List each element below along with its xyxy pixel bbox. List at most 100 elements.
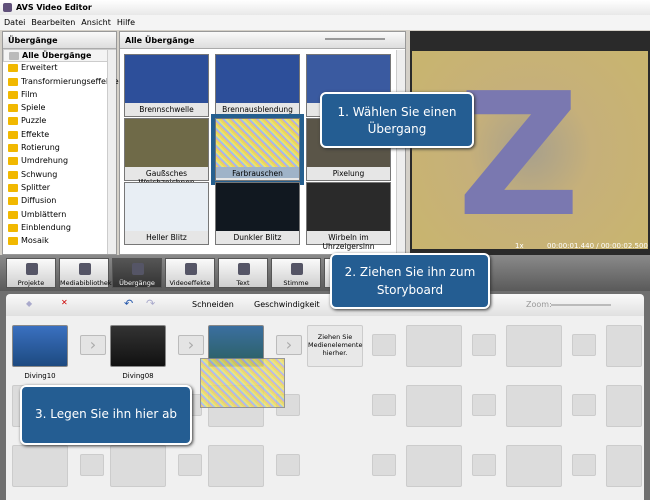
tab-label: Videoeffekte bbox=[169, 279, 211, 287]
category-item[interactable]: Effekte bbox=[3, 129, 116, 142]
redo-icon[interactable]: ↷ bbox=[146, 297, 155, 310]
transition-slot[interactable]: › bbox=[276, 335, 302, 355]
empty-slot[interactable] bbox=[472, 394, 496, 416]
empty-slot[interactable] bbox=[372, 394, 396, 416]
callout-step-2: 2. Ziehen Sie ihn zum Storyboard bbox=[330, 253, 490, 309]
empty-slot[interactable] bbox=[110, 445, 166, 487]
empty-slot[interactable] bbox=[572, 454, 596, 476]
cut-button[interactable]: Schneiden bbox=[192, 300, 234, 309]
category-label: Transformierungseffekte bbox=[21, 76, 119, 86]
transition-thumb[interactable]: Dunkler Blitz bbox=[215, 182, 300, 245]
empty-slot[interactable] bbox=[506, 325, 562, 367]
empty-slot[interactable] bbox=[406, 385, 462, 427]
preview-letter-image: Z bbox=[457, 57, 581, 255]
empty-slot[interactable] bbox=[372, 454, 396, 476]
menu-bearbeiten[interactable]: Bearbeiten bbox=[31, 18, 75, 27]
folder-icon bbox=[8, 117, 18, 126]
folder-icon bbox=[8, 237, 18, 246]
storyboard-clip[interactable] bbox=[110, 325, 166, 367]
transition-label: Farbrauschen bbox=[216, 167, 299, 178]
timeline-toolbar: ◆ ✕ ↶ ↷ Schneiden Geschwindigkeit Zoom: bbox=[6, 294, 644, 316]
transition-thumb[interactable]: Heller Blitz bbox=[124, 182, 209, 245]
category-item[interactable]: Diffusion bbox=[3, 195, 116, 208]
transition-slot[interactable]: › bbox=[178, 335, 204, 355]
folder-icon bbox=[8, 104, 18, 113]
tab-3[interactable]: Videoeffekte bbox=[165, 258, 215, 288]
transition-image bbox=[216, 183, 299, 231]
empty-slot[interactable] bbox=[178, 454, 202, 476]
folder-icon bbox=[8, 144, 18, 153]
tab-5[interactable]: Stimme bbox=[271, 258, 321, 288]
tab-icon bbox=[132, 263, 144, 275]
transition-slot[interactable]: › bbox=[80, 335, 106, 355]
menu-ansicht[interactable]: Ansicht bbox=[81, 18, 111, 27]
transition-label: Heller Blitz bbox=[146, 233, 187, 242]
empty-slot[interactable] bbox=[276, 454, 300, 476]
empty-slot[interactable] bbox=[372, 334, 396, 356]
category-item[interactable]: Film bbox=[3, 89, 116, 102]
scrollbar[interactable] bbox=[396, 50, 405, 254]
transition-label: Brennschwelle bbox=[139, 105, 194, 114]
tab-4[interactable]: Text bbox=[218, 258, 268, 288]
empty-slot[interactable] bbox=[506, 445, 562, 487]
speed-button[interactable]: Geschwindigkeit bbox=[254, 300, 320, 309]
time-display: 00:00:01.440 / 00:00:02.500 bbox=[547, 242, 648, 250]
category-item[interactable]: Umblättern bbox=[3, 209, 116, 222]
zoom-label: Zoom: bbox=[526, 300, 552, 309]
empty-slot[interactable] bbox=[606, 385, 642, 427]
category-item[interactable]: Einblendung bbox=[3, 222, 116, 235]
transition-thumb[interactable]: Farbrauschen bbox=[211, 114, 304, 185]
tab-label: Stimme bbox=[283, 279, 309, 287]
tab-icon bbox=[26, 263, 38, 275]
transition-thumb[interactable]: Brennausblendung bbox=[215, 54, 300, 117]
empty-slot[interactable] bbox=[506, 385, 562, 427]
transition-thumb[interactable]: Gaußsches Weichzeichnen bbox=[124, 118, 209, 187]
empty-slot[interactable] bbox=[572, 394, 596, 416]
category-label: Alle Übergänge bbox=[22, 51, 92, 60]
folder-icon bbox=[8, 90, 18, 99]
category-item[interactable]: Splitter bbox=[3, 182, 116, 195]
empty-slot[interactable] bbox=[606, 445, 642, 487]
category-item[interactable]: Spiele bbox=[3, 102, 116, 115]
empty-slot[interactable] bbox=[80, 454, 104, 476]
empty-slot[interactable] bbox=[606, 325, 642, 367]
tab-1[interactable]: Mediabibliothek bbox=[59, 258, 112, 288]
scrollbar[interactable] bbox=[107, 50, 116, 254]
empty-slot[interactable] bbox=[472, 454, 496, 476]
category-item[interactable]: Transformierungseffekte bbox=[3, 76, 119, 89]
menu-hilfe[interactable]: Hilfe bbox=[117, 18, 135, 27]
category-item[interactable]: Alle Übergänge bbox=[3, 49, 116, 63]
thumb-size-slider[interactable] bbox=[325, 38, 385, 40]
undo-icon[interactable]: ↶ bbox=[124, 297, 133, 310]
category-item[interactable]: Erweitert bbox=[3, 62, 116, 75]
delete-icon[interactable]: ✕ bbox=[61, 298, 68, 307]
transition-thumb[interactable]: Wirbeln im Uhrzeigersinn bbox=[306, 182, 391, 251]
category-item[interactable]: Puzzle bbox=[3, 115, 116, 128]
folder-icon bbox=[8, 77, 18, 86]
zoom-slider[interactable] bbox=[551, 304, 611, 306]
empty-slot[interactable] bbox=[406, 325, 462, 367]
empty-slot[interactable] bbox=[572, 334, 596, 356]
category-list: Alle Übergänge Erweitert Transformierungse… bbox=[3, 49, 119, 248]
back-icon[interactable]: ◆ bbox=[26, 299, 32, 308]
menu-datei[interactable]: Datei bbox=[4, 18, 25, 27]
empty-slot[interactable] bbox=[12, 445, 68, 487]
tab-0[interactable]: Projekte bbox=[6, 258, 56, 288]
transition-thumb[interactable]: Brennschwelle bbox=[124, 54, 209, 117]
category-item[interactable]: Mosaik bbox=[3, 235, 116, 248]
category-item[interactable]: Rotierung bbox=[3, 142, 116, 155]
tab-2[interactable]: Übergänge bbox=[112, 258, 162, 288]
empty-slot[interactable] bbox=[208, 445, 264, 487]
empty-slot[interactable] bbox=[406, 445, 462, 487]
folder-icon bbox=[8, 64, 18, 73]
title-bar: AVS Video Editor bbox=[0, 0, 650, 15]
transition-image bbox=[125, 119, 208, 167]
storyboard-clip[interactable] bbox=[12, 325, 68, 367]
category-item[interactable]: Umdrehung bbox=[3, 155, 116, 168]
transition-label: Wirbeln im Uhrzeigersinn bbox=[322, 233, 375, 251]
empty-slot[interactable] bbox=[472, 334, 496, 356]
drop-hint[interactable]: Ziehen Sie Medienelemente hierher. bbox=[307, 325, 363, 367]
transition-image bbox=[125, 183, 208, 231]
category-item[interactable]: Schwung bbox=[3, 169, 116, 182]
category-label: Rotierung bbox=[21, 143, 60, 153]
